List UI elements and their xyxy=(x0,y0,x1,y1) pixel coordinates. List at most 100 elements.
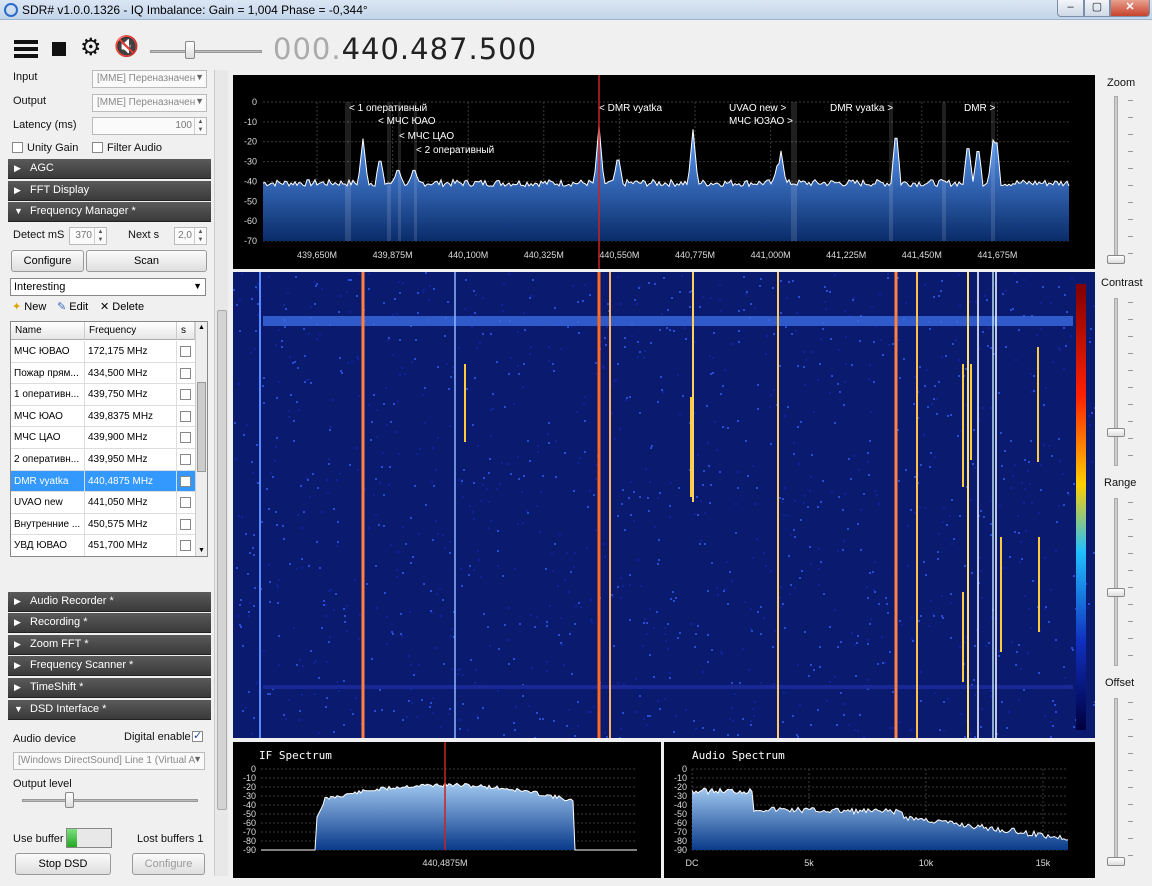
waterfall-noise xyxy=(607,303,609,305)
table-row[interactable]: МЧС ЮАО 439,8375 MHz xyxy=(11,405,195,428)
hamburger-menu-icon[interactable] xyxy=(14,40,38,58)
close-button[interactable]: ✕ xyxy=(1110,0,1150,17)
waterfall-noise xyxy=(679,413,681,415)
table-row[interactable]: 2 оперативн... 439,950 MHz xyxy=(11,449,195,471)
waterfall-noise xyxy=(722,385,724,387)
panel-header-zoom-fft[interactable]: ▶ Zoom FFT * xyxy=(8,635,211,655)
waterfall-noise xyxy=(571,673,573,675)
stop-dsd-button[interactable]: Stop DSD xyxy=(15,853,111,875)
new-entry-button[interactable]: ✦ New xyxy=(12,300,46,313)
input-device-select[interactable]: [MME] Переназначен ▼ xyxy=(92,70,207,88)
column-header-frequency[interactable]: Frequency xyxy=(85,322,177,340)
table-row[interactable]: DMR vyatka 440,4875 MHz xyxy=(11,470,195,493)
maximize-button[interactable]: ▢ xyxy=(1084,0,1110,17)
panel-header-audio-recorder[interactable]: ▶ Audio Recorder * xyxy=(8,592,211,612)
waterfall-noise xyxy=(288,416,290,418)
volume-slider-track[interactable] xyxy=(150,50,262,53)
table-row[interactable]: МЧС ЮВАО 172,175 MHz xyxy=(11,341,195,363)
waterfall-noise xyxy=(272,476,274,478)
row-scan-checkbox[interactable] xyxy=(180,389,191,401)
panel-header-timeshift[interactable]: ▶ TimeShift * xyxy=(8,678,211,698)
panel-header-frequency-manager[interactable]: ▼ Frequency Manager * xyxy=(8,202,211,222)
configure-button[interactable]: Configure xyxy=(11,250,84,272)
row-scan-checkbox[interactable] xyxy=(180,518,191,530)
waterfall-noise xyxy=(1002,567,1004,569)
row-scan-checkbox[interactable] xyxy=(180,475,191,487)
gear-icon[interactable]: ⚙ xyxy=(80,36,102,60)
output-device-select[interactable]: [MME] Переназначен ▼ xyxy=(92,94,207,112)
row-scan-checkbox[interactable] xyxy=(180,432,191,444)
row-scan-checkbox[interactable] xyxy=(180,497,191,509)
table-row[interactable]: УВД ЮВАО 451,700 MHz xyxy=(11,535,195,556)
output-level-slider-track[interactable] xyxy=(22,799,198,802)
range-slider-thumb[interactable] xyxy=(1107,588,1125,597)
digital-enable-checkbox[interactable] xyxy=(192,729,203,742)
waterfall-noise xyxy=(518,373,520,375)
waterfall-noise xyxy=(920,464,922,466)
row-name: 1 оперативн... xyxy=(11,384,85,405)
unity-gain-checkbox[interactable] xyxy=(12,142,23,153)
table-row[interactable]: UVAO new 441,050 MHz xyxy=(11,492,195,514)
panel-header-frequency-scanner[interactable]: ▶ Frequency Scanner * xyxy=(8,656,211,676)
waterfall-noise xyxy=(350,279,352,281)
waterfall-display[interactable] xyxy=(233,272,1097,740)
column-header-s[interactable]: s xyxy=(177,322,195,340)
minimize-button[interactable]: – xyxy=(1057,0,1084,17)
table-row[interactable]: 1 оперативн... 439,750 MHz xyxy=(11,384,195,406)
contrast-slider-track[interactable] xyxy=(1114,298,1118,466)
waterfall-noise xyxy=(503,283,505,285)
zoom-slider-track[interactable] xyxy=(1114,96,1118,264)
waterfall-noise xyxy=(838,349,840,351)
waterfall-noise xyxy=(408,655,410,657)
left-panel-scrollbar[interactable] xyxy=(214,70,228,876)
table-scrollbar[interactable]: ▲ ▼ xyxy=(195,322,207,556)
volume-slider-thumb[interactable] xyxy=(185,41,195,59)
offset-slider-track[interactable] xyxy=(1114,698,1118,866)
detect-ms-input[interactable]: 370 ▲ ▼ xyxy=(69,227,107,245)
output-level-slider-thumb[interactable] xyxy=(65,792,74,808)
panel-header-recording[interactable]: ▶ Recording * xyxy=(8,613,211,633)
waterfall-noise xyxy=(823,593,825,595)
audio-spectrum-display[interactable]: Audio Spectrum 0 -10 -20 -30 -40 -50 -60 -70 -80-… xyxy=(664,742,1095,878)
waterfall-noise xyxy=(804,631,806,633)
zoom-slider-thumb[interactable] xyxy=(1107,255,1125,264)
main-spectrum-display[interactable]: 0 -10 -20 -30 -40 -50 -60 -70 439,650M 439,875M 44… xyxy=(233,75,1095,269)
mute-speaker-icon[interactable]: 🔇 xyxy=(114,37,139,57)
waterfall-noise xyxy=(603,367,605,369)
frequency-display[interactable]: 000.440.487.500 xyxy=(273,32,537,66)
waterfall-noise xyxy=(470,659,472,661)
dsd-configure-button[interactable]: Configure xyxy=(132,853,205,875)
row-scan-checkbox[interactable] xyxy=(180,346,191,357)
if-spectrum-display[interactable]: IF Spectrum 0 -10 -20 -30 -40 -50 -60 -70 -80 -90 4… xyxy=(233,742,661,878)
table-row[interactable]: Внутренние ... 450,575 MHz xyxy=(11,513,195,536)
latency-input[interactable]: 100 ▲ ▼ xyxy=(92,117,207,135)
waterfall-noise xyxy=(625,399,627,401)
offset-slider-thumb[interactable] xyxy=(1107,857,1125,866)
range-slider-track[interactable] xyxy=(1114,498,1118,666)
column-header-name[interactable]: Name xyxy=(11,322,85,340)
panel-header-fft-display[interactable]: ▶ FFT Display xyxy=(8,181,211,201)
table-row[interactable]: МЧС ЦАО 439,900 MHz xyxy=(11,427,195,449)
row-scan-checkbox[interactable] xyxy=(180,454,191,465)
dsd-audio-device-select[interactable]: [Windows DirectSound] Line 1 (Virtual A ▼ xyxy=(13,752,205,770)
edit-entry-button[interactable]: ✎ Edit xyxy=(57,300,88,313)
next-s-input[interactable]: 2,0 ▲ ▼ xyxy=(174,227,207,245)
table-row[interactable]: Пожар прям... 434,500 MHz xyxy=(11,362,195,385)
stop-icon[interactable] xyxy=(52,42,66,56)
scan-button[interactable]: Scan xyxy=(86,250,207,272)
panel-header-dsd-interface[interactable]: ▼ DSD Interface * xyxy=(8,700,211,720)
waterfall-noise xyxy=(317,487,319,489)
group-select[interactable]: Interesting ▼ xyxy=(10,278,206,296)
slider-tick xyxy=(1128,855,1133,856)
waterfall-noise xyxy=(707,661,709,663)
row-scan-checkbox[interactable] xyxy=(180,367,191,379)
row-scan-checkbox[interactable] xyxy=(180,410,191,422)
slider-tick xyxy=(1128,821,1133,822)
panel-header-agc[interactable]: ▶ AGC xyxy=(8,159,211,179)
filter-audio-checkbox[interactable] xyxy=(92,142,103,153)
row-scan-checkbox[interactable] xyxy=(180,540,191,552)
waterfall-noise xyxy=(709,502,711,504)
waterfall-noise xyxy=(469,505,471,507)
delete-entry-button[interactable]: ✕ Delete xyxy=(100,300,144,313)
contrast-slider-thumb[interactable] xyxy=(1107,428,1125,437)
